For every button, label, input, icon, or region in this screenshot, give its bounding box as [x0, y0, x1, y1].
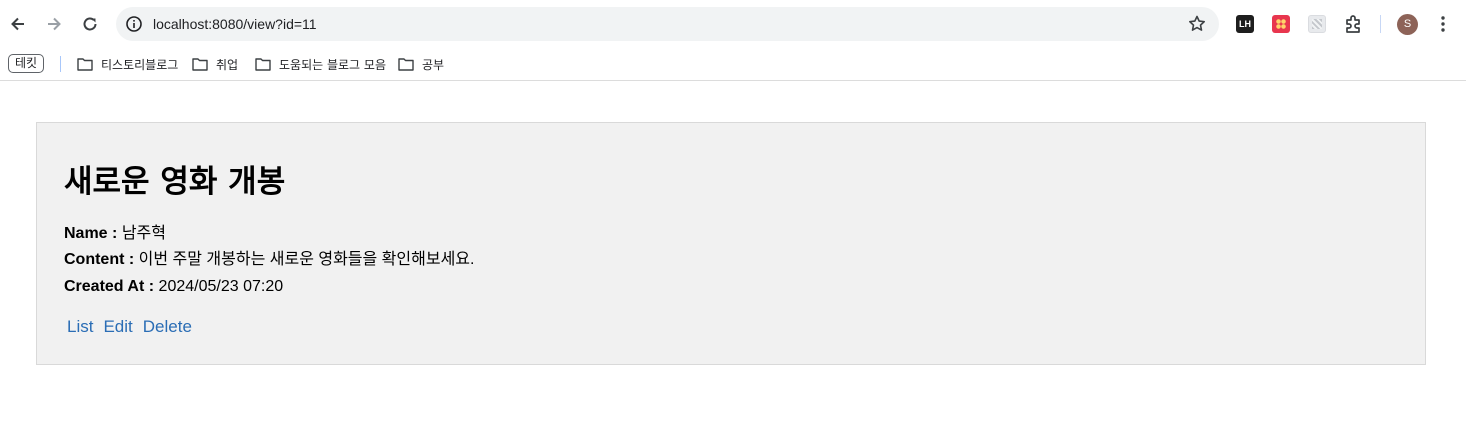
extension-lh-label: LH: [1239, 19, 1251, 29]
bookmark-label: 공부: [422, 57, 445, 72]
name-value: 남주혁: [121, 225, 166, 242]
back-button[interactable]: [6, 12, 30, 36]
forward-button[interactable]: [42, 12, 66, 36]
bookmark-folder-tistory[interactable]: 티스토리블로그: [77, 54, 178, 74]
folder-icon: [398, 58, 414, 71]
folder-icon: [255, 58, 271, 71]
folder-icon: [77, 58, 93, 71]
extension-grey-icon[interactable]: [1308, 15, 1326, 33]
content-label: Content :: [64, 251, 135, 268]
post-title: 새로운 영화 개봉: [64, 164, 286, 200]
edit-link[interactable]: Edit: [103, 316, 132, 338]
name-field: Name : 남주혁: [64, 223, 166, 245]
name-label: Name :: [64, 225, 118, 242]
bookmark-chip[interactable]: 테킷: [8, 54, 45, 73]
bookmark-label: 취업: [216, 57, 239, 72]
profile-avatar[interactable]: S: [1397, 14, 1418, 35]
bookmark-folder-job[interactable]: 취업: [192, 54, 238, 74]
extensions-puzzle-icon[interactable]: [1343, 13, 1365, 35]
folder-icon: [192, 58, 208, 71]
bookmarks-divider: [60, 56, 61, 72]
arrow-left-icon: [11, 17, 24, 31]
bookmark-folder-study[interactable]: 공부: [398, 54, 444, 74]
list-link[interactable]: List: [67, 316, 93, 338]
created-at-label: Created At :: [64, 278, 155, 295]
site-info-icon[interactable]: [125, 15, 143, 33]
post-actions: List Edit Delete: [67, 316, 192, 338]
bookmark-folder-helpful-blogs[interactable]: 도움되는 블로그 모음: [255, 54, 386, 74]
delete-link[interactable]: Delete: [143, 316, 192, 338]
created-at-value: 2024/05/23 07:20: [158, 278, 284, 295]
bookmarks-bar: 테킷 티스토리블로그 취업 도움되는 블로그 모음 공부: [0, 48, 1466, 81]
reload-icon: [83, 17, 97, 31]
address-bar[interactable]: localhost:8080/view?id=11: [116, 7, 1219, 41]
arrow-right-icon: [48, 17, 61, 31]
extension-red-icon[interactable]: [1272, 15, 1290, 33]
more-menu-icon[interactable]: [1435, 14, 1451, 34]
reload-button[interactable]: [78, 12, 102, 36]
bookmark-label: 티스토리블로그: [101, 57, 179, 72]
bookmark-star-icon[interactable]: [1187, 14, 1207, 34]
extension-lh-icon[interactable]: LH: [1236, 15, 1254, 33]
content-value: 이번 주말 개봉하는 새로운 영화들을 확인해보세요.: [138, 251, 475, 268]
content-field: Content : 이번 주말 개봉하는 새로운 영화들을 확인해보세요.: [64, 249, 474, 271]
toolbar-separator: [1380, 15, 1381, 33]
post-detail-card: 새로운 영화 개봉 Name : 남주혁 Content : 이번 주말 개봉하…: [36, 122, 1426, 365]
browser-toolbar: localhost:8080/view?id=11 LH S: [0, 0, 1466, 48]
url-text[interactable]: localhost:8080/view?id=11: [153, 15, 317, 33]
created-at-field: Created At : 2024/05/23 07:20: [64, 276, 283, 298]
bookmark-label: 도움되는 블로그 모음: [279, 57, 386, 72]
